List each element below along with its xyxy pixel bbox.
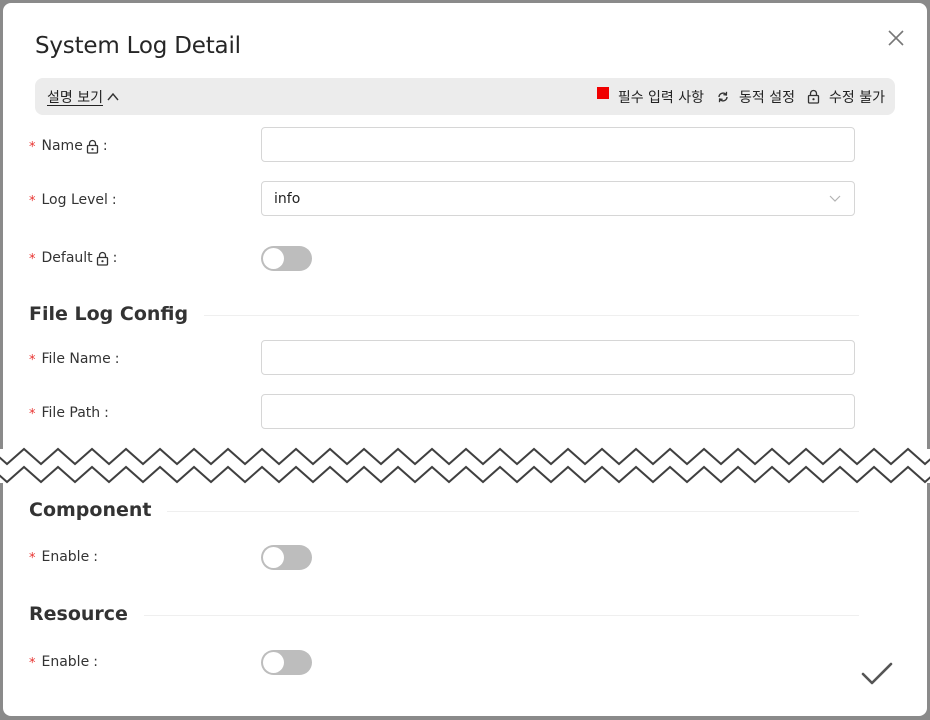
lock-icon bbox=[807, 89, 820, 104]
required-mark: * bbox=[29, 655, 36, 671]
lock-icon bbox=[96, 251, 108, 266]
required-mark: * bbox=[29, 352, 36, 368]
component-enable-row: * Enable : bbox=[29, 538, 859, 576]
colon: : bbox=[93, 654, 98, 670]
section-title: Resource bbox=[29, 603, 128, 625]
confirm-button[interactable] bbox=[858, 655, 896, 693]
legend-bar: 설명 보기 필수 입력 사항 동적 설정 수정 불가 bbox=[35, 78, 895, 115]
dialog-title: System Log Detail bbox=[35, 33, 241, 59]
close-button[interactable] bbox=[883, 25, 909, 51]
colon: : bbox=[114, 351, 120, 367]
file-path-input[interactable] bbox=[261, 394, 855, 429]
section-title: File Log Config bbox=[29, 303, 189, 325]
chevron-up-icon bbox=[107, 92, 119, 100]
screenshot-break bbox=[0, 447, 930, 484]
name-label-text: Name bbox=[41, 138, 83, 154]
name-row: * Name : bbox=[29, 127, 859, 165]
default-label: * Default : bbox=[29, 239, 117, 277]
file-path-label-text: File Path bbox=[41, 405, 101, 421]
required-mark: * bbox=[29, 406, 36, 422]
legend-toggle-button[interactable]: 설명 보기 bbox=[47, 78, 119, 115]
close-icon bbox=[888, 30, 904, 46]
component-enable-label-text: Enable bbox=[41, 549, 90, 565]
resource-section: Resource bbox=[29, 599, 859, 629]
log-level-select[interactable]: info bbox=[261, 181, 855, 216]
file-name-input[interactable] bbox=[261, 340, 855, 375]
required-mark: * bbox=[29, 193, 36, 209]
required-square-icon bbox=[596, 86, 609, 99]
lock-icon bbox=[86, 139, 98, 154]
toggle-knob bbox=[263, 652, 284, 673]
name-input[interactable] bbox=[261, 127, 855, 162]
colon: : bbox=[93, 549, 98, 565]
checkmark-icon bbox=[861, 662, 893, 685]
legend-dynamic: 동적 설정 bbox=[716, 87, 795, 107]
system-log-detail-dialog: System Log Detail 설명 보기 필수 입력 사항 동적 설정 수… bbox=[3, 3, 927, 716]
file-path-row: * File Path : bbox=[29, 394, 859, 432]
file-log-config-section: File Log Config bbox=[29, 299, 859, 329]
legend-readonly: 수정 불가 bbox=[807, 87, 885, 107]
resource-enable-label: * Enable : bbox=[29, 643, 98, 681]
resource-enable-toggle[interactable] bbox=[261, 650, 312, 675]
log-level-label: * Log Level : bbox=[29, 181, 117, 219]
section-divider bbox=[143, 614, 859, 616]
file-name-label-text: File Name bbox=[41, 351, 111, 367]
toggle-knob bbox=[263, 547, 284, 568]
default-label-text: Default bbox=[41, 250, 93, 266]
refresh-icon bbox=[718, 91, 728, 102]
colon: : bbox=[102, 138, 108, 154]
legend-toggle-label: 설명 보기 bbox=[47, 89, 103, 106]
component-enable-label: * Enable : bbox=[29, 538, 98, 576]
log-level-label-text: Log Level bbox=[41, 192, 108, 208]
file-path-label: * File Path : bbox=[29, 394, 109, 432]
name-label: * Name : bbox=[29, 127, 108, 165]
log-level-value: info bbox=[274, 190, 301, 207]
file-name-label: * File Name : bbox=[29, 340, 119, 378]
colon: : bbox=[112, 250, 118, 266]
component-section: Component bbox=[29, 495, 859, 525]
legend-dynamic-label: 동적 설정 bbox=[739, 89, 796, 106]
legend-required-label: 필수 입력 사항 bbox=[617, 89, 705, 106]
toggle-knob bbox=[263, 248, 284, 269]
legend-readonly-label: 수정 불가 bbox=[829, 89, 885, 106]
colon: : bbox=[104, 405, 109, 421]
legend-items: 필수 입력 사항 동적 설정 수정 불가 bbox=[585, 78, 885, 115]
chevron-down-icon bbox=[829, 195, 841, 202]
required-mark: * bbox=[29, 251, 36, 267]
section-divider bbox=[167, 510, 859, 512]
component-enable-toggle[interactable] bbox=[261, 545, 312, 570]
section-title: Component bbox=[29, 499, 152, 521]
legend-required: 필수 입력 사항 bbox=[596, 86, 705, 107]
resource-enable-row: * Enable : bbox=[29, 643, 859, 681]
default-row: * Default : bbox=[29, 239, 859, 277]
default-toggle[interactable] bbox=[261, 246, 312, 271]
section-divider bbox=[204, 314, 859, 316]
colon: : bbox=[111, 192, 117, 208]
log-level-row: * Log Level : info bbox=[29, 181, 859, 219]
file-name-row: * File Name : bbox=[29, 340, 859, 378]
required-mark: * bbox=[29, 139, 36, 155]
required-mark: * bbox=[29, 550, 36, 566]
resource-enable-label-text: Enable bbox=[41, 654, 90, 670]
